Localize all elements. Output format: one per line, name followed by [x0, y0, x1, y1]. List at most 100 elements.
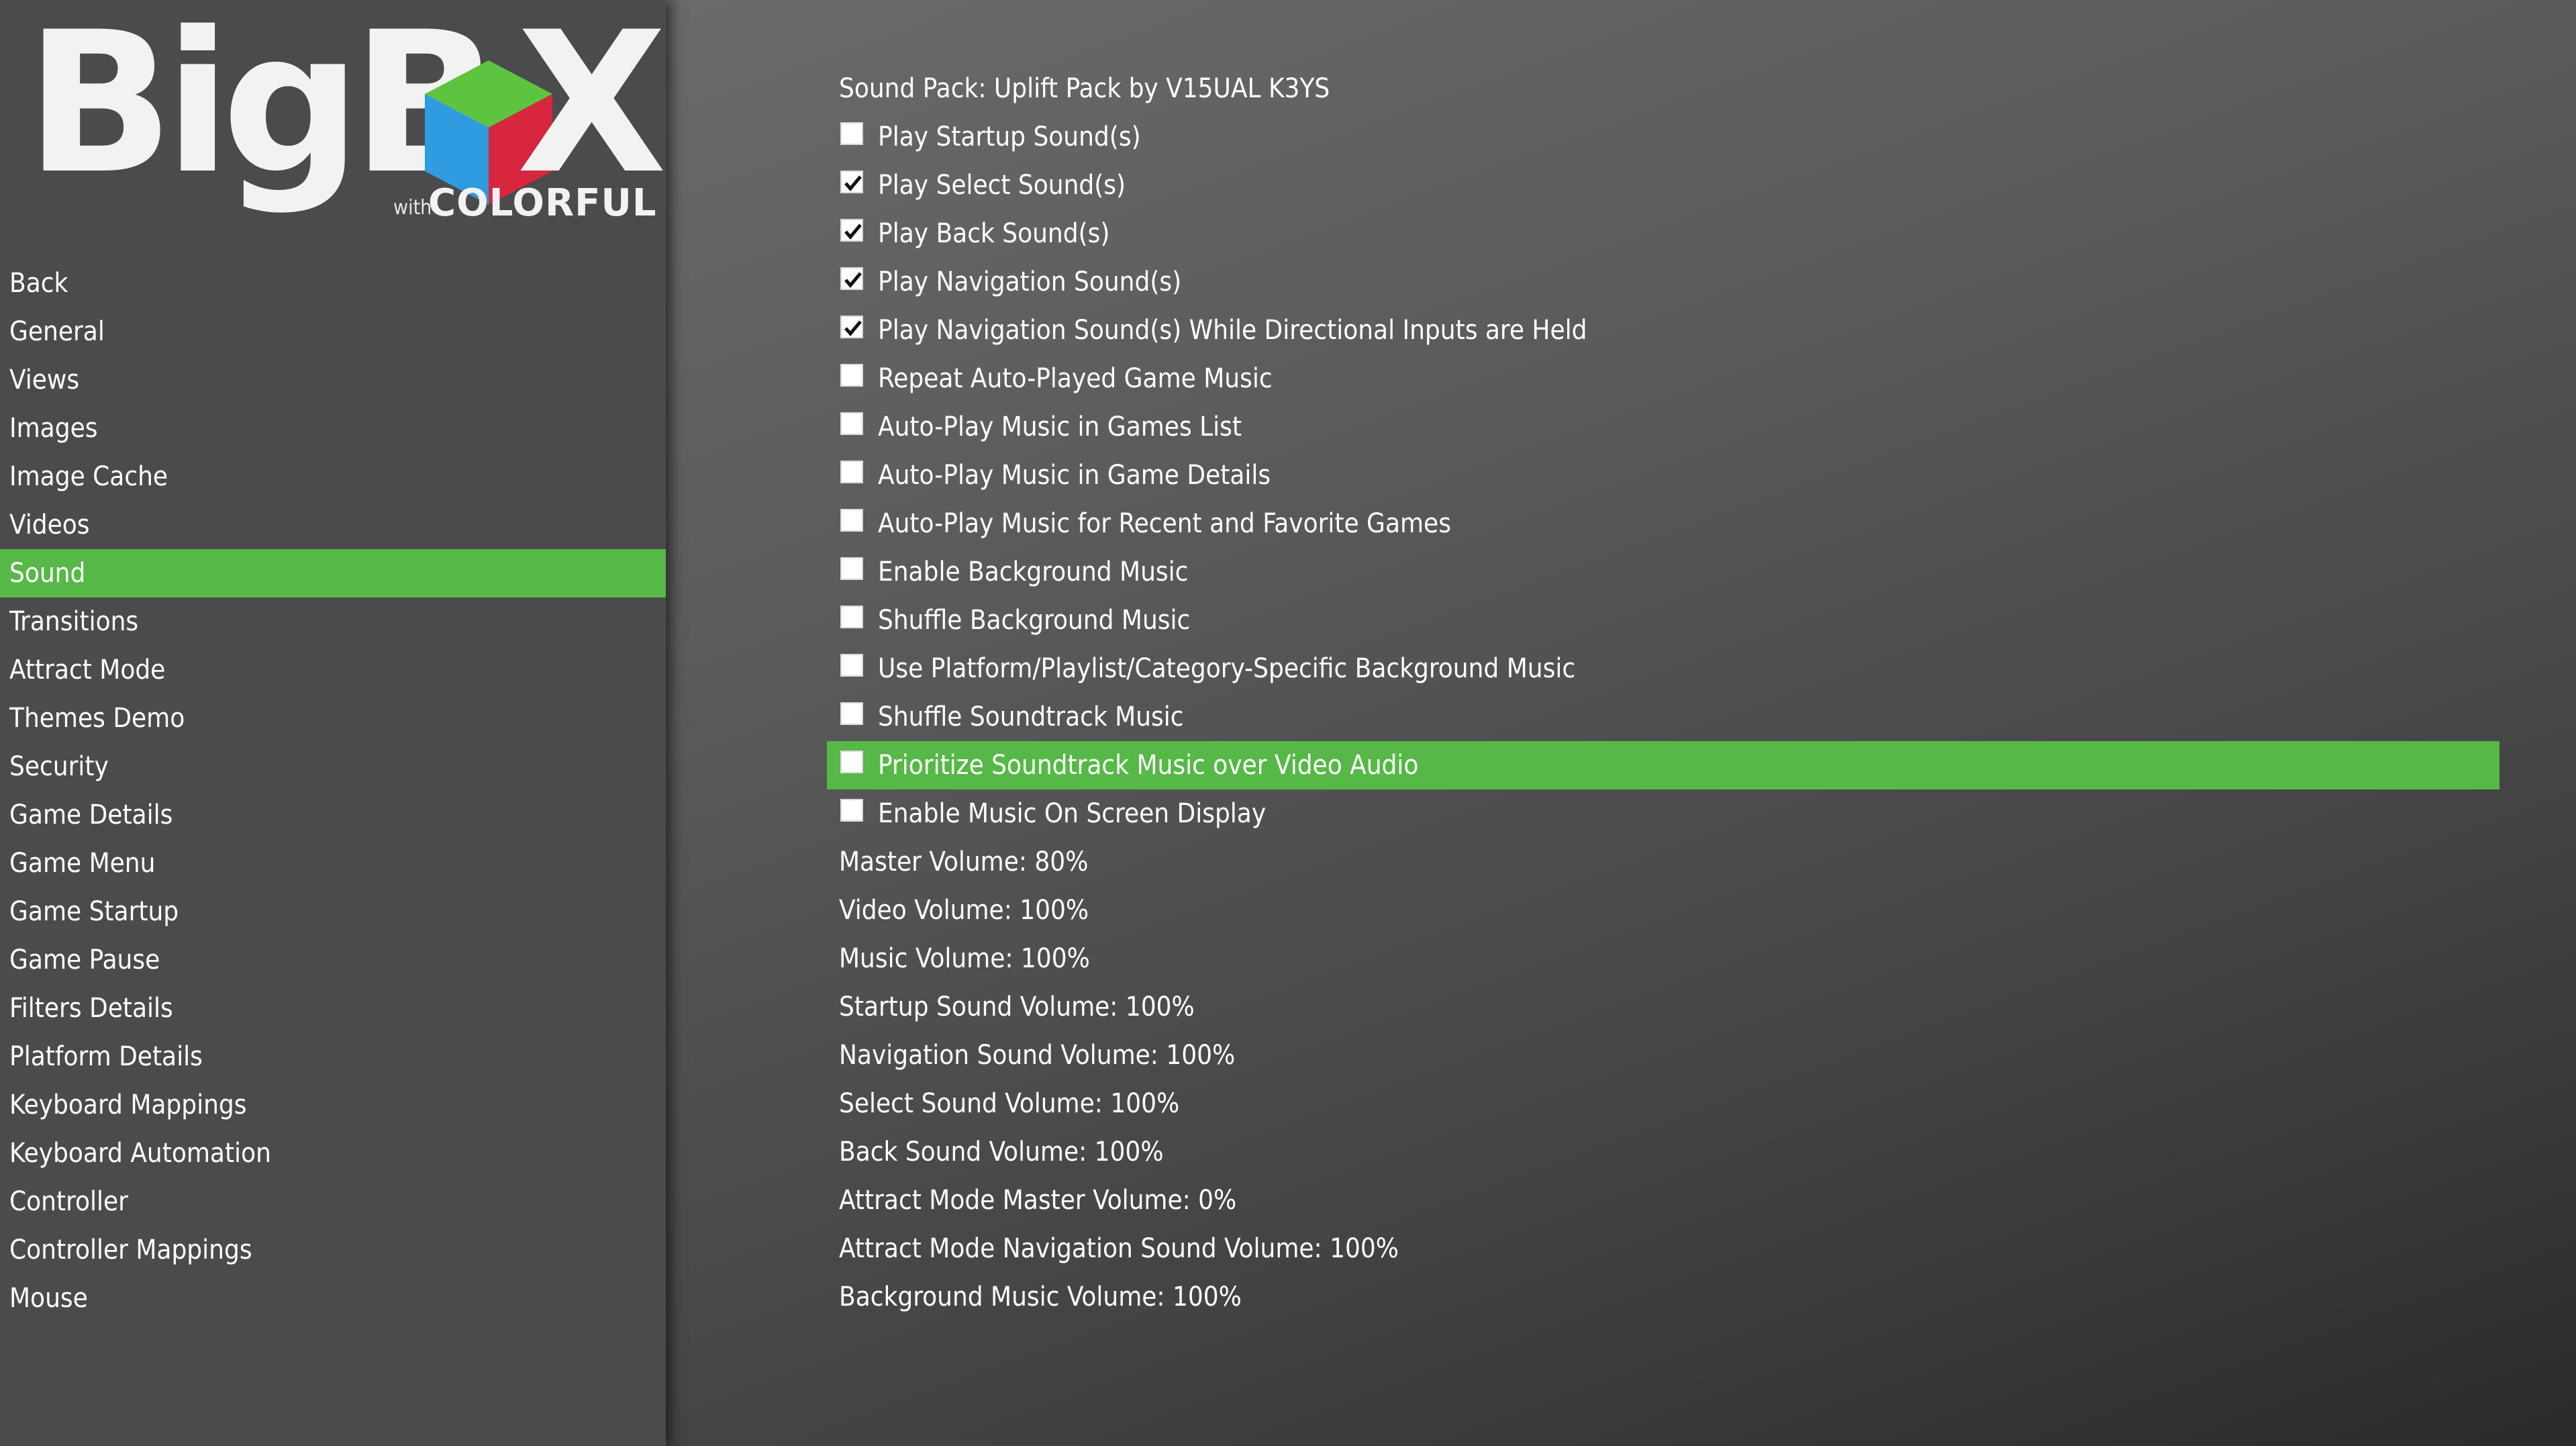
checkbox-row-repeat-auto-played-game-music[interactable]: Repeat Auto-Played Game Music — [827, 354, 2499, 403]
checkbox[interactable] — [840, 316, 863, 338]
checkbox[interactable] — [840, 606, 863, 628]
setting-label: Music Volume: 100% — [839, 943, 1090, 974]
setting-row-music-volume-100[interactable]: Music Volume: 100% — [827, 934, 2499, 983]
setting-label: Play Back Sound(s) — [878, 218, 1110, 249]
checkbox[interactable] — [840, 171, 863, 193]
setting-label: Back Sound Volume: 100% — [839, 1137, 1164, 1167]
setting-label: Shuffle Background Music — [878, 605, 1191, 636]
checkbox-row-play-select-sound-s[interactable]: Play Select Sound(s) — [827, 161, 2499, 209]
sidebar-item-images[interactable]: Images — [0, 404, 666, 452]
setting-label: Play Select Sound(s) — [878, 170, 1126, 201]
checkbox[interactable] — [840, 267, 863, 290]
sidebar-item-videos[interactable]: Videos — [0, 501, 666, 549]
setting-label: Play Navigation Sound(s) While Direction… — [878, 315, 1587, 346]
bigbox-logo: BigB X with COLORFUL — [26, 7, 667, 228]
setting-label: Auto-Play Music in Games List — [878, 412, 1242, 442]
setting-row-select-sound-volume-100[interactable]: Select Sound Volume: 100% — [827, 1079, 2499, 1128]
sidebar: BigB X with COLORFUL Back General Views Ima… — [0, 0, 667, 1446]
setting-label: Select Sound Volume: 100% — [839, 1088, 1180, 1119]
checkbox-row-play-navigation-sound-s-while-directional-inputs-are-held[interactable]: Play Navigation Sound(s) While Direction… — [827, 306, 2499, 354]
checkmark-icon — [844, 175, 862, 191]
checkbox[interactable] — [840, 122, 863, 145]
checkbox-row-use-platform-playlist-category-specific-background-music[interactable]: Use Platform/Playlist/Category-Specific … — [827, 644, 2499, 693]
sidebar-item-back[interactable]: Back — [0, 259, 666, 307]
setting-row-master-volume-80[interactable]: Master Volume: 80% — [827, 838, 2499, 886]
checkmark-icon — [844, 272, 862, 288]
setting-label: Prioritize Soundtrack Music over Video A… — [878, 750, 1419, 781]
logo-sub-brand: COLORFUL — [428, 181, 657, 225]
setting-label: Shuffle Soundtrack Music — [878, 702, 1184, 732]
checkbox[interactable] — [840, 751, 863, 773]
checkbox[interactable] — [840, 799, 863, 822]
sidebar-item-themes-demo[interactable]: Themes Demo — [0, 694, 666, 742]
setting-label: Auto-Play Music for Recent and Favorite … — [878, 508, 1451, 539]
checkbox-row-play-startup-sound-s[interactable]: Play Startup Sound(s) — [827, 113, 2499, 161]
sidebar-item-general[interactable]: General — [0, 307, 666, 356]
checkbox[interactable] — [840, 364, 863, 387]
setting-row-startup-sound-volume-100[interactable]: Startup Sound Volume: 100% — [827, 983, 2499, 1031]
setting-row-attract-mode-navigation-sound-volume-100[interactable]: Attract Mode Navigation Sound Volume: 10… — [827, 1224, 2499, 1273]
setting-label: Play Navigation Sound(s) — [878, 267, 1182, 297]
checkbox[interactable] — [840, 702, 863, 725]
checkbox-row-shuffle-background-music[interactable]: Shuffle Background Music — [827, 596, 2499, 644]
sidebar-item-game-menu[interactable]: Game Menu — [0, 839, 666, 887]
checkbox-row-enable-music-on-screen-display[interactable]: Enable Music On Screen Display — [827, 789, 2499, 838]
checkbox[interactable] — [840, 509, 863, 532]
setting-row-attract-mode-master-volume-0[interactable]: Attract Mode Master Volume: 0% — [827, 1176, 2499, 1224]
setting-label: Auto-Play Music in Game Details — [878, 460, 1271, 491]
sidebar-item-transitions[interactable]: Transitions — [0, 597, 666, 646]
setting-row-navigation-sound-volume-100[interactable]: Navigation Sound Volume: 100% — [827, 1031, 2499, 1079]
setting-label: Attract Mode Master Volume: 0% — [839, 1185, 1237, 1216]
checkbox[interactable] — [840, 461, 863, 483]
checkbox-row-enable-background-music[interactable]: Enable Background Music — [827, 548, 2499, 596]
sidebar-item-security[interactable]: Security — [0, 742, 666, 791]
sidebar-item-keyboard-mappings[interactable]: Keyboard Mappings — [0, 1081, 666, 1129]
sidebar-item-game-details[interactable]: Game Details — [0, 791, 666, 839]
checkbox-row-play-back-sound-s[interactable]: Play Back Sound(s) — [827, 209, 2499, 258]
sidebar-item-attract-mode[interactable]: Attract Mode — [0, 646, 666, 694]
sidebar-item-platform-details[interactable]: Platform Details — [0, 1032, 666, 1081]
settings-panel: Sound Pack: Uplift Pack by V15UAL K3YS Pl… — [666, 0, 2576, 1446]
sidebar-item-game-startup[interactable]: Game Startup — [0, 887, 666, 936]
checkbox-row-prioritize-soundtrack-music-over-video-audio[interactable]: Prioritize Soundtrack Music over Video A… — [827, 741, 2499, 789]
setting-row-sound-pack-uplift-pack-by-v15ual-k3ys[interactable]: Sound Pack: Uplift Pack by V15UAL K3YS — [827, 64, 2499, 113]
setting-row-video-volume-100[interactable]: Video Volume: 100% — [827, 886, 2499, 934]
setting-label: Use Platform/Playlist/Category-Specific … — [878, 653, 1576, 684]
settings-category-menu: Back General Views Images Image Cache Videos S… — [0, 259, 666, 1322]
bigbox-app: BigB X with COLORFUL Back General Views Ima… — [0, 0, 2576, 1446]
setting-label: Enable Music On Screen Display — [878, 798, 1267, 829]
checkbox-row-auto-play-music-for-recent-and-favorite-games[interactable]: Auto-Play Music for Recent and Favorite … — [827, 499, 2499, 548]
setting-label: Master Volume: 80% — [839, 847, 1089, 877]
setting-label: Attract Mode Navigation Sound Volume: 10… — [839, 1233, 1399, 1264]
sidebar-item-mouse[interactable]: Mouse — [0, 1274, 666, 1322]
checkbox[interactable] — [840, 412, 863, 435]
checkbox[interactable] — [840, 219, 863, 242]
logo-with-text: with — [393, 196, 432, 220]
setting-label: Play Startup Sound(s) — [878, 122, 1141, 152]
sidebar-item-filters-details[interactable]: Filters Details — [0, 984, 666, 1032]
setting-row-back-sound-volume-100[interactable]: Back Sound Volume: 100% — [827, 1128, 2499, 1176]
logo-word-right: X — [517, 0, 667, 217]
checkbox[interactable] — [840, 557, 863, 580]
setting-label: Startup Sound Volume: 100% — [839, 992, 1195, 1022]
setting-label: Navigation Sound Volume: 100% — [839, 1040, 1236, 1071]
sidebar-item-game-pause[interactable]: Game Pause — [0, 936, 666, 984]
checkbox-row-shuffle-soundtrack-music[interactable]: Shuffle Soundtrack Music — [827, 693, 2499, 741]
sidebar-item-controller-mappings[interactable]: Controller Mappings — [0, 1226, 666, 1274]
setting-label: Sound Pack: Uplift Pack by V15UAL K3YS — [839, 73, 1330, 104]
sidebar-item-image-cache[interactable]: Image Cache — [0, 452, 666, 501]
sidebar-item-views[interactable]: Views — [0, 356, 666, 404]
sidebar-item-keyboard-automation[interactable]: Keyboard Automation — [0, 1129, 666, 1177]
setting-label: Enable Background Music — [878, 557, 1189, 587]
checkbox-row-auto-play-music-in-game-details[interactable]: Auto-Play Music in Game Details — [827, 451, 2499, 499]
sidebar-item-controller[interactable]: Controller — [0, 1177, 666, 1226]
checkbox-row-auto-play-music-in-games-list[interactable]: Auto-Play Music in Games List — [827, 403, 2499, 451]
sound-settings-list: Sound Pack: Uplift Pack by V15UAL K3YS Pl… — [827, 64, 2499, 1321]
sidebar-item-sound[interactable]: Sound — [0, 549, 666, 597]
setting-label: Repeat Auto-Played Game Music — [878, 363, 1273, 394]
setting-row-background-music-volume-100[interactable]: Background Music Volume: 100% — [827, 1273, 2499, 1321]
setting-label: Background Music Volume: 100% — [839, 1282, 1242, 1312]
checkbox-row-play-navigation-sound-s[interactable]: Play Navigation Sound(s) — [827, 258, 2499, 306]
checkbox[interactable] — [840, 654, 863, 677]
setting-label: Video Volume: 100% — [839, 895, 1089, 926]
